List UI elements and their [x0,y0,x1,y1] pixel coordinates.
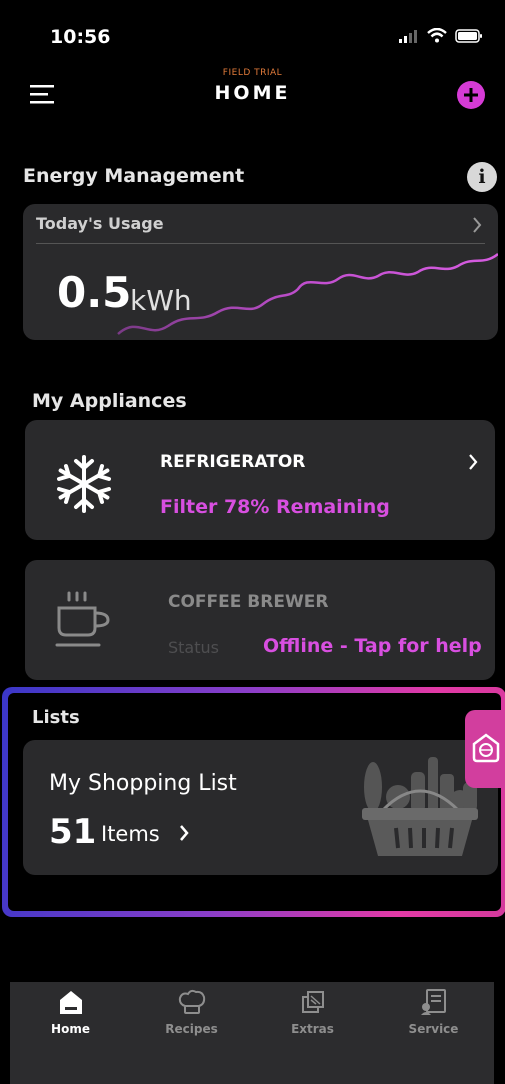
chevron-right-icon [180,825,189,841]
nav-home[interactable]: Home [10,982,131,1036]
usage-label: Today's Usage [36,214,164,233]
nav-service[interactable]: Service [373,982,494,1036]
chevron-right-icon [469,454,478,470]
signal-icon [399,29,417,43]
info-button[interactable]: i [467,162,497,192]
coffee-brewer-card[interactable]: COFFEE BREWER Status Offline - Tap for h… [25,560,495,680]
energy-usage-card[interactable]: Today's Usage 0.5 kWh [23,204,498,340]
item-count: 51 [49,812,97,852]
energy-section-title: Energy Management [23,165,245,187]
wifi-icon [427,28,447,43]
appliances-section-title: My Appliances [32,390,187,412]
shopping-list-card[interactable]: My Shopping List 51 Items [23,740,498,875]
plus-icon [464,88,478,102]
status-icons [399,28,483,43]
assistant-tab[interactable] [465,710,505,788]
nav-recipes[interactable]: Recipes [131,982,252,1036]
service-icon [420,989,446,1015]
coffee-cup-icon [55,591,110,647]
page-title: HOME [214,82,291,104]
chef-hat-icon [178,989,205,1014]
add-button[interactable] [457,81,485,109]
assistant-house-icon [472,733,500,763]
chevron-right-icon [473,217,482,233]
appliance-status: Filter 78% Remaining [160,496,390,518]
lists-section-title: Lists [32,707,80,728]
usage-value: 0.5 [57,268,132,317]
nav-home-label: Home [51,1022,90,1036]
shopping-list-title: My Shopping List [49,771,237,796]
field-trial-label: FIELD TRIAL [222,68,283,78]
items-label: Items [101,822,160,846]
appliance-name: COFFEE BREWER [168,592,329,612]
extras-icon [301,991,324,1013]
bottom-nav: Home Recipes Extras Service [10,982,494,1084]
appliance-status[interactable]: Offline - Tap for help [263,635,482,657]
menu-icon[interactable] [30,83,56,105]
status-time: 10:56 [50,26,111,48]
status-label: Status [168,638,219,657]
snowflake-icon [57,455,111,513]
nav-service-label: Service [408,1022,459,1036]
nav-extras-label: Extras [291,1022,334,1036]
battery-icon [455,28,482,43]
refrigerator-card[interactable]: REFRIGERATOR Filter 78% Remaining [25,420,495,540]
home-icon [59,991,82,1014]
info-icon: i [478,166,486,188]
nav-extras[interactable]: Extras [252,982,373,1036]
usage-unit: kWh [130,284,192,317]
appliance-name: REFRIGERATOR [160,452,306,472]
nav-recipes-label: Recipes [165,1022,218,1036]
